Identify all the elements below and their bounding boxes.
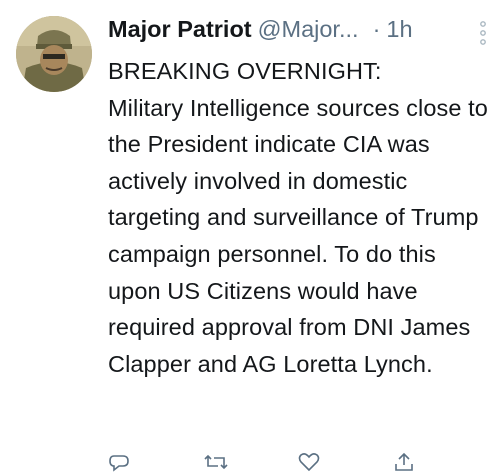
display-name[interactable]: Major Patriot: [108, 12, 252, 46]
share-button[interactable]: [393, 452, 488, 472]
like-icon: [298, 453, 320, 472]
more-vertical-icon[interactable]: [478, 20, 488, 46]
separator-dot: ·: [372, 16, 381, 42]
user-handle[interactable]: @Major...: [258, 12, 359, 46]
reply-icon: [109, 455, 129, 472]
avatar-image: [16, 16, 92, 92]
tweet-header: Major Patriot @Major... · 1h: [108, 12, 458, 46]
like-button[interactable]: [298, 452, 393, 472]
share-icon: [395, 452, 413, 471]
retweet-icon: [204, 454, 228, 470]
tweet-actions: [108, 452, 488, 472]
avatar[interactable]: [16, 16, 92, 92]
reply-button[interactable]: [108, 452, 203, 472]
retweet-button[interactable]: [203, 452, 298, 472]
tweet-text: BREAKING OVERNIGHT: Military Intelligenc…: [108, 58, 488, 377]
tweet[interactable]: Major Patriot @Major... · 1h BREAKING OV…: [0, 0, 500, 472]
timestamp[interactable]: 1h: [386, 12, 412, 46]
